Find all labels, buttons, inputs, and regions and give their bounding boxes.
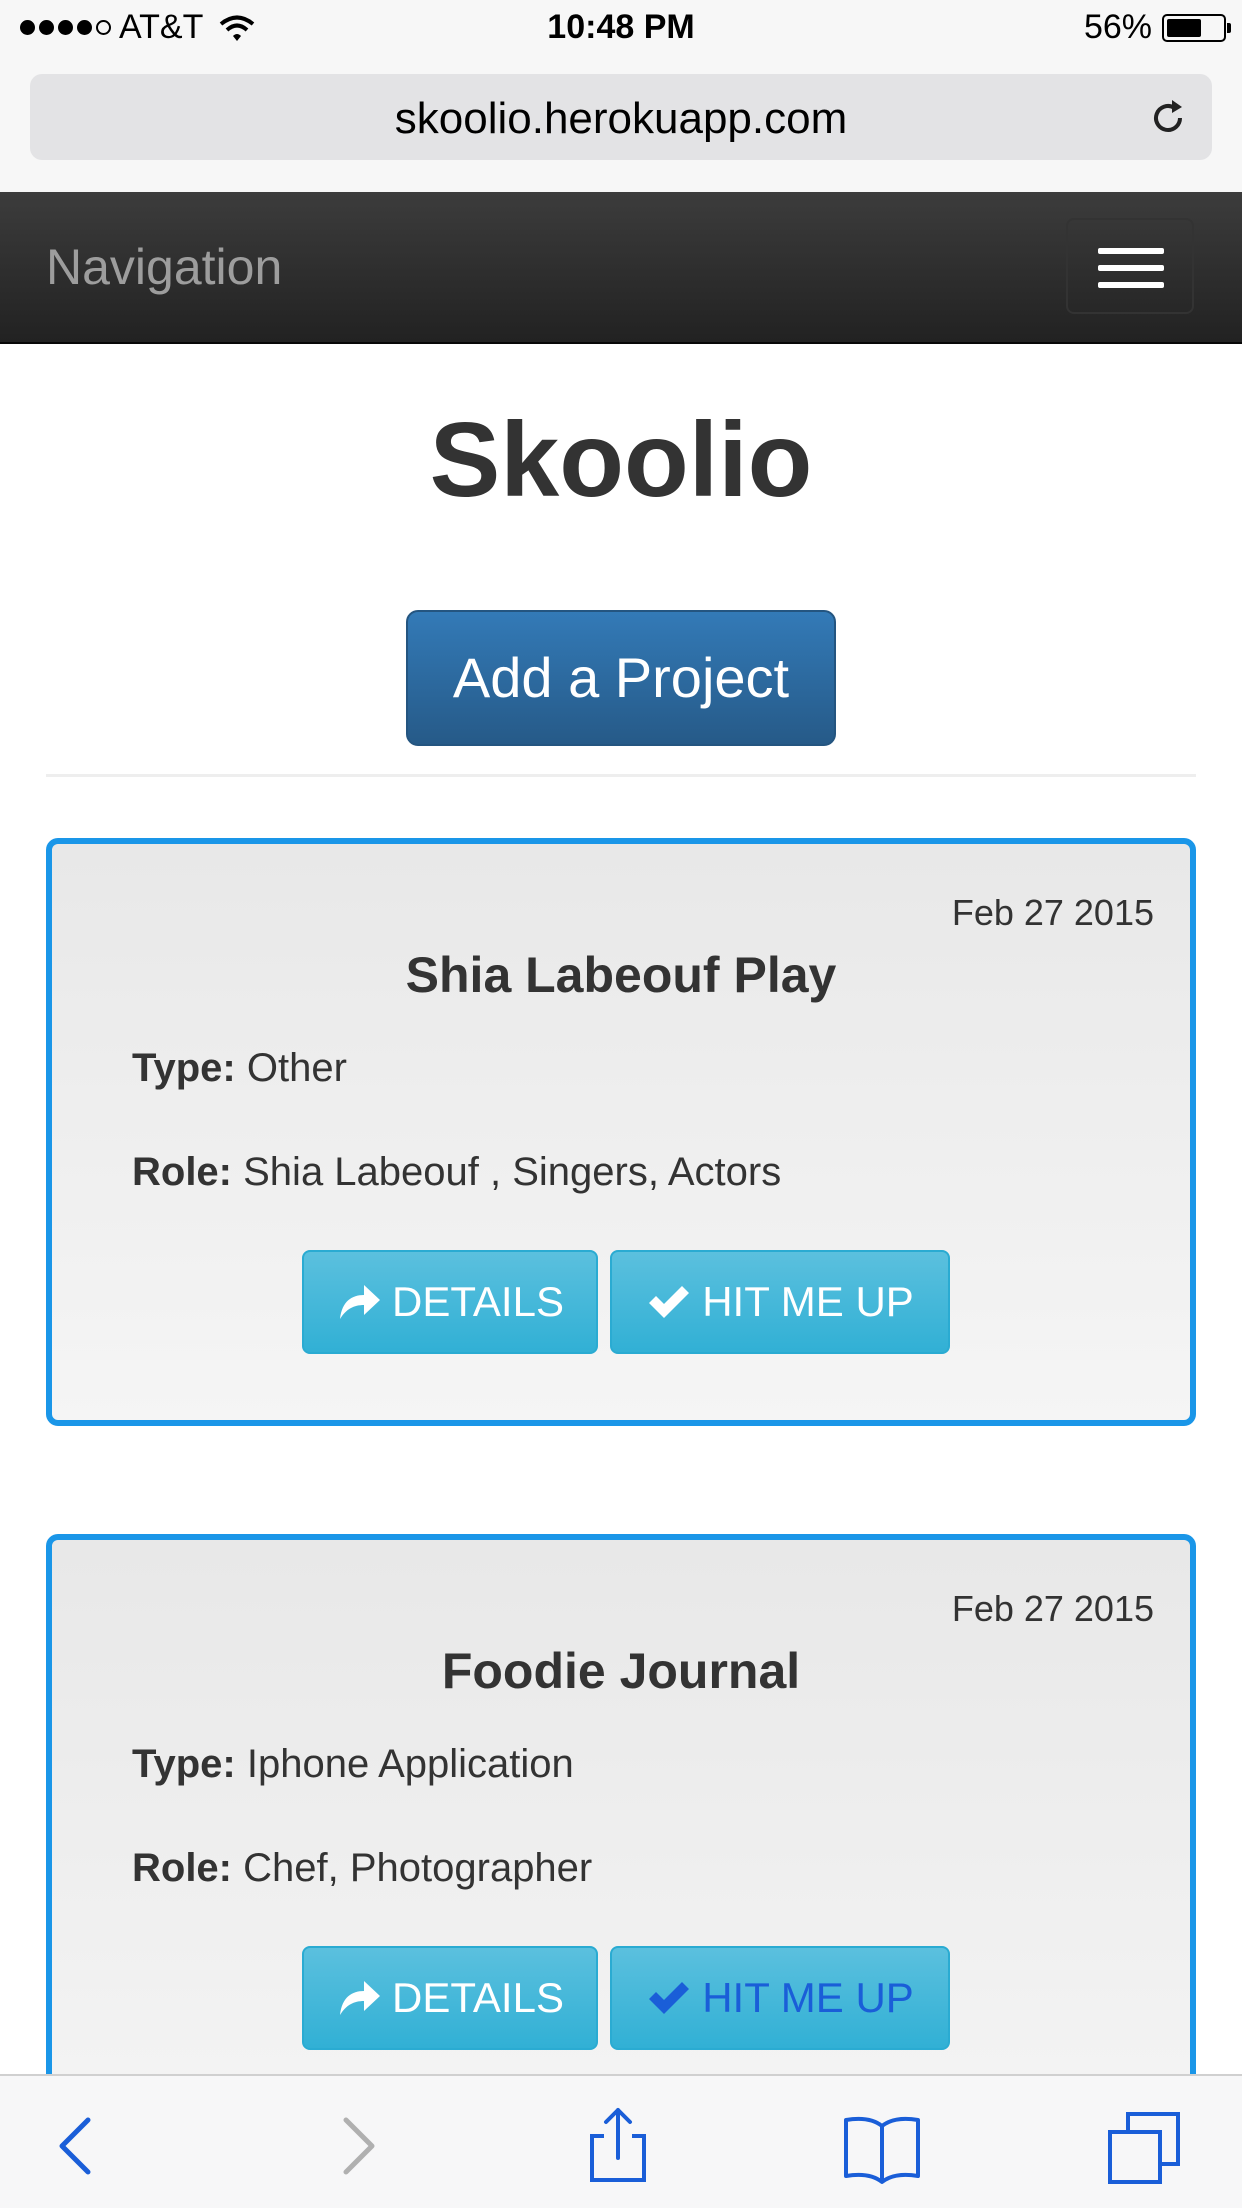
page-title: Skoolio bbox=[429, 401, 813, 519]
checkmark-icon bbox=[649, 1286, 690, 1318]
status-time: 10:48 PM bbox=[547, 8, 695, 46]
checkmark-icon bbox=[649, 1982, 690, 2014]
project-type-value: Other bbox=[246, 1046, 347, 1090]
details-button-label: DETAILS bbox=[392, 1974, 564, 2021]
navbar: Navigation bbox=[0, 192, 1242, 344]
details-button-label: DETAILS bbox=[392, 1278, 564, 1325]
add-project-button[interactable]: Add a Project bbox=[406, 610, 836, 746]
navbar-brand[interactable]: Navigation bbox=[46, 238, 282, 296]
hit-me-up-button[interactable]: HIT ME UP bbox=[610, 1250, 950, 1354]
project-type: Type: Iphone Application bbox=[132, 1742, 574, 1787]
browser-toolbar bbox=[0, 2074, 1242, 2208]
battery-icon bbox=[1162, 13, 1231, 42]
project-title: Shia Labeouf Play bbox=[405, 947, 837, 1003]
details-button[interactable]: DETAILS bbox=[302, 1946, 598, 2050]
project-type-label: Type: bbox=[132, 1742, 236, 1786]
project-role-value: Chef, Photographer bbox=[243, 1846, 593, 1890]
hit-me-up-button-label: HIT ME UP bbox=[702, 1974, 914, 2021]
reload-icon[interactable] bbox=[1146, 96, 1190, 140]
project-date: Feb 27 2015 bbox=[951, 892, 1154, 933]
details-button[interactable]: DETAILS bbox=[302, 1250, 598, 1354]
project-type-label: Type: bbox=[132, 1046, 236, 1090]
share-arrow-icon bbox=[340, 1285, 381, 1319]
project-date: Feb 27 2015 bbox=[951, 1588, 1154, 1629]
forward-icon[interactable] bbox=[316, 2106, 396, 2186]
hit-me-up-button-label: HIT ME UP bbox=[702, 1278, 914, 1325]
hit-me-up-button[interactable]: HIT ME UP bbox=[610, 1946, 950, 2050]
project-title: Foodie Journal bbox=[441, 1643, 801, 1699]
project-type-value: Iphone Application bbox=[246, 1742, 574, 1786]
address-bar[interactable]: skoolio.herokuapp.com bbox=[30, 74, 1212, 160]
share-icon[interactable] bbox=[578, 2106, 658, 2186]
project-role-value: Shia Labeouf , Singers, Actors bbox=[243, 1150, 782, 1194]
navbar-toggle-button[interactable] bbox=[1066, 218, 1194, 314]
project-role: Role: Shia Labeouf , Singers, Actors bbox=[132, 1150, 781, 1195]
status-bar: AT&T 10:48 PM 56% bbox=[0, 0, 1242, 62]
tabs-icon[interactable] bbox=[1106, 2106, 1186, 2186]
battery-percent: 56% bbox=[1083, 8, 1152, 46]
address-url[interactable]: skoolio.herokuapp.com bbox=[30, 94, 1212, 144]
project-role-label: Role: bbox=[132, 1846, 232, 1890]
share-arrow-icon bbox=[340, 1981, 381, 2015]
project-card: Feb 27 2015 Shia Labeouf Play Type: Othe… bbox=[46, 838, 1196, 1426]
project-role: Role: Chef, Photographer bbox=[132, 1846, 592, 1891]
bookmarks-icon[interactable] bbox=[842, 2106, 922, 2186]
divider bbox=[46, 774, 1196, 777]
project-type: Type: Other bbox=[132, 1046, 347, 1091]
project-role-label: Role: bbox=[132, 1150, 232, 1194]
browser-chrome: skoolio.herokuapp.com bbox=[0, 62, 1242, 192]
status-right: 56% bbox=[1083, 8, 1231, 47]
back-icon[interactable] bbox=[38, 2106, 118, 2186]
